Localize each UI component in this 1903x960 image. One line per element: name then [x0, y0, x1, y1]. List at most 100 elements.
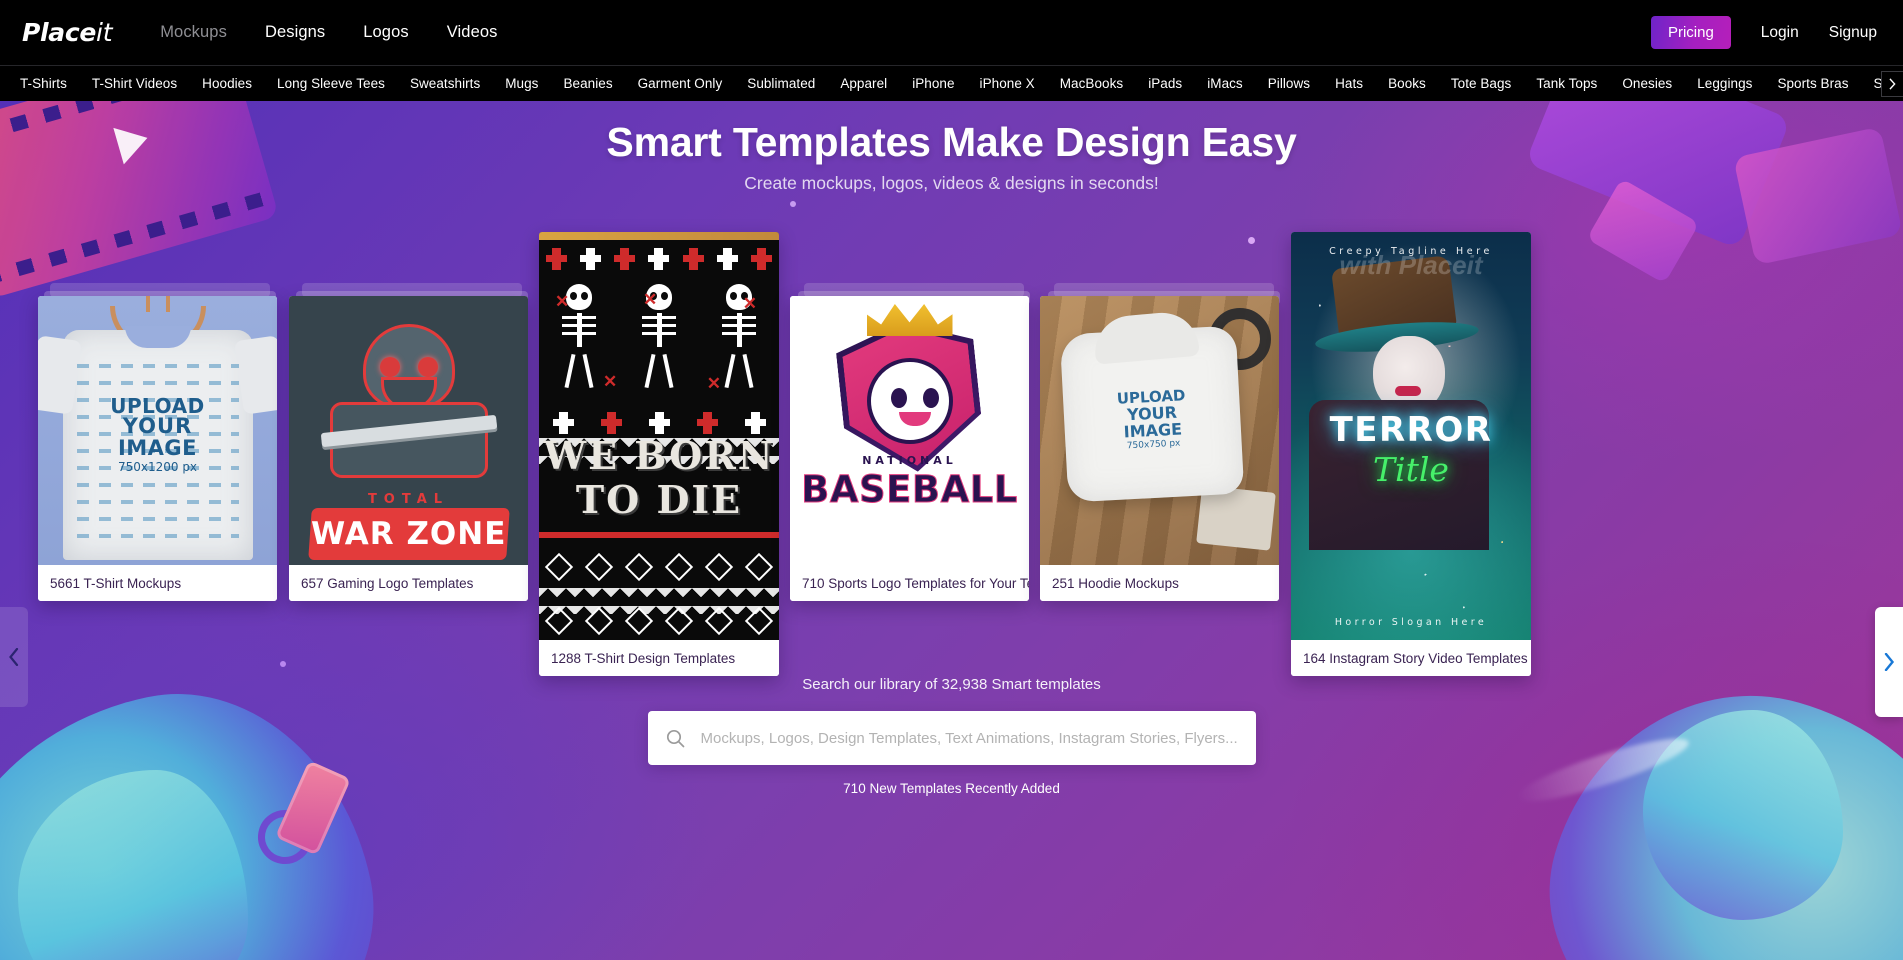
- placeit-logo[interactable]: Placeit: [22, 18, 113, 47]
- template-card-hoodie-mockups[interactable]: UPLOAD YOUR IMAGE 750x750 px 251 Hoodie …: [1040, 296, 1279, 601]
- sports-national-text: NATIONAL: [862, 454, 957, 467]
- hero-title: Smart Templates Make Design Easy: [606, 119, 1297, 165]
- card-thumbnail: UPLOAD YOUR IMAGE 750x750 px: [1040, 296, 1279, 565]
- template-card-instagram-story[interactable]: with Placeit Creepy Tagline Here TERROR …: [1291, 232, 1531, 676]
- cross-icon: [717, 248, 739, 270]
- gaming-warzone-text: WAR ZONE: [310, 516, 507, 552]
- upload-line-1: UPLOAD: [110, 394, 205, 418]
- carousel-next-button[interactable]: [1875, 607, 1903, 717]
- new-templates-count: 710: [843, 781, 866, 796]
- search-icon: [666, 729, 684, 747]
- hoodie-upload-text: UPLOAD YOUR IMAGE 750x750 px: [1063, 385, 1242, 455]
- card-label: 657 Gaming Logo Templates: [289, 565, 528, 601]
- instagram-story-art: with Placeit Creepy Tagline Here TERROR …: [1291, 232, 1531, 640]
- category-item-beanies[interactable]: Beanies: [563, 76, 612, 91]
- card-label: 1288 T-Shirt Design Templates: [539, 640, 779, 676]
- search-hint-text: Search our library of 32,938 Smart templ…: [802, 676, 1101, 693]
- hero-section: Smart Templates Make Design Easy Create …: [0, 101, 1903, 960]
- x-mark-icon: ✕: [603, 372, 618, 391]
- search-input[interactable]: [700, 729, 1238, 747]
- card-label: 5661 T-Shirt Mockups: [38, 565, 277, 601]
- category-item-t-shirt-videos[interactable]: T-Shirt Videos: [92, 76, 177, 91]
- nav-item-mockups[interactable]: Mockups: [160, 23, 227, 42]
- category-item-imacs[interactable]: iMacs: [1207, 76, 1243, 91]
- cross-icon: [751, 248, 773, 270]
- template-card-tshirt-mockups[interactable]: UPLOAD YOUR IMAGE 750x1200 px 5661 T-Shi…: [38, 296, 277, 601]
- category-item-t-shirts[interactable]: T-Shirts: [20, 76, 67, 91]
- dot-decoration-2: [790, 201, 796, 207]
- red-rule: [539, 532, 779, 538]
- category-item-iphone[interactable]: iPhone: [912, 76, 954, 91]
- chevron-left-icon: [9, 648, 19, 666]
- card-label: 710 Sports Logo Templates for Your Team: [790, 565, 1029, 601]
- card-thumbnail: TOTAL WAR ZONE: [289, 296, 528, 565]
- chevron-right-icon: [1889, 78, 1896, 90]
- ig-slogan-text: Horror Slogan Here: [1334, 617, 1488, 628]
- category-scroll-right-button[interactable]: [1881, 71, 1903, 97]
- card-thumbnail: ✕ ✕ ✕ ✕ ✕ WE BORN TO DIE: [539, 232, 779, 640]
- top-header: Placeit Mockups Designs Logos Videos Pri…: [0, 0, 1903, 65]
- mascot-head: [362, 324, 455, 411]
- mascot-mouth: [898, 412, 931, 426]
- category-item-long-sleeve-tees[interactable]: Long Sleeve Tees: [277, 76, 385, 91]
- nav-item-logos[interactable]: Logos: [363, 23, 408, 42]
- carousel-prev-button[interactable]: [0, 607, 28, 707]
- x-mark-icon: ✕: [706, 374, 721, 393]
- category-item-ipads[interactable]: iPads: [1148, 76, 1182, 91]
- signup-link[interactable]: Signup: [1829, 24, 1877, 42]
- category-item-leggings[interactable]: Leggings: [1697, 76, 1752, 91]
- logo-light: it: [96, 18, 113, 47]
- category-item-iphone-x[interactable]: iPhone X: [980, 76, 1035, 91]
- ig-title-text: Title: [1373, 450, 1449, 489]
- card-thumbnail: UPLOAD YOUR IMAGE 750x1200 px: [38, 296, 277, 565]
- tshirt-mockup-art: UPLOAD YOUR IMAGE 750x1200 px: [38, 296, 277, 565]
- category-item-garment-only[interactable]: Garment Only: [638, 76, 723, 91]
- header-actions: Pricing Login Signup: [1650, 16, 1877, 49]
- sports-baseball-text: BASEBALL: [801, 468, 1018, 512]
- category-item-sublimated[interactable]: Sublimated: [747, 76, 815, 91]
- mascot-face: [889, 388, 941, 426]
- hoodie-shape: UPLOAD YOUR IMAGE 750x750 px: [1059, 309, 1245, 503]
- hero-subtitle: Create mockups, logos, videos & designs …: [744, 173, 1159, 193]
- crown-icon: [866, 304, 953, 336]
- category-item-pillows[interactable]: Pillows: [1268, 76, 1310, 91]
- category-item-books[interactable]: Books: [1388, 76, 1426, 91]
- tshirt-design-art: ✕ ✕ ✕ ✕ ✕ WE BORN TO DIE: [539, 232, 779, 640]
- nav-item-designs[interactable]: Designs: [265, 23, 325, 42]
- template-card-tshirt-design[interactable]: ✕ ✕ ✕ ✕ ✕ WE BORN TO DIE 1288 T-Shirt De…: [539, 232, 779, 676]
- category-item-apparel[interactable]: Apparel: [840, 76, 887, 91]
- design-line-1: WE BORN: [543, 433, 775, 479]
- category-item-onesies[interactable]: Onesies: [1622, 76, 1672, 91]
- new-templates-label: New Templates Recently Added: [869, 781, 1060, 796]
- card-thumbnail: NATIONAL BASEBALL: [790, 296, 1029, 565]
- upload-line-3: IMAGE: [117, 435, 198, 460]
- mascot-eye-right: [922, 388, 939, 408]
- template-card-gaming-logo[interactable]: TOTAL WAR ZONE 657 Gaming Logo Templates: [289, 296, 528, 601]
- placeit-homepage: Placeit Mockups Designs Logos Videos Pri…: [0, 0, 1903, 960]
- logo-bold: Place: [22, 18, 97, 47]
- card-label: 251 Hoodie Mockups: [1040, 565, 1279, 601]
- category-item-hats[interactable]: Hats: [1335, 76, 1363, 91]
- category-bar: T-Shirts T-Shirt Videos Hoodies Long Sleeve…: [0, 65, 1903, 101]
- category-item-tank-tops[interactable]: Tank Tops: [1536, 76, 1597, 91]
- x-mark-icon: ✕: [742, 294, 757, 313]
- x-mark-icon: ✕: [643, 290, 658, 309]
- nav-item-videos[interactable]: Videos: [447, 23, 498, 42]
- search-box[interactable]: [647, 711, 1256, 765]
- gaming-banner: WAR ZONE: [307, 508, 510, 560]
- mascot-eye-right: [417, 357, 438, 377]
- category-item-sports-bras[interactable]: Sports Bras: [1777, 76, 1848, 91]
- category-item-mugs[interactable]: Mugs: [505, 76, 538, 91]
- category-item-macbooks[interactable]: MacBooks: [1060, 76, 1123, 91]
- login-link[interactable]: Login: [1761, 24, 1799, 42]
- sports-logo-art: NATIONAL BASEBALL: [790, 296, 1029, 565]
- category-item-tote-bags[interactable]: Tote Bags: [1451, 76, 1512, 91]
- card-thumbnail: with Placeit Creepy Tagline Here TERROR …: [1291, 232, 1531, 640]
- pricing-button[interactable]: Pricing: [1650, 16, 1731, 49]
- category-item-sweatshirts[interactable]: Sweatshirts: [410, 76, 480, 91]
- template-card-sports-logo[interactable]: NATIONAL BASEBALL 710 Sports Logo Templa…: [790, 296, 1029, 601]
- ig-terror-text: TERROR: [1329, 410, 1493, 450]
- tshirt-collar: [124, 326, 191, 348]
- card-deck-sheet: [1054, 283, 1274, 297]
- category-item-hoodies[interactable]: Hoodies: [202, 76, 252, 91]
